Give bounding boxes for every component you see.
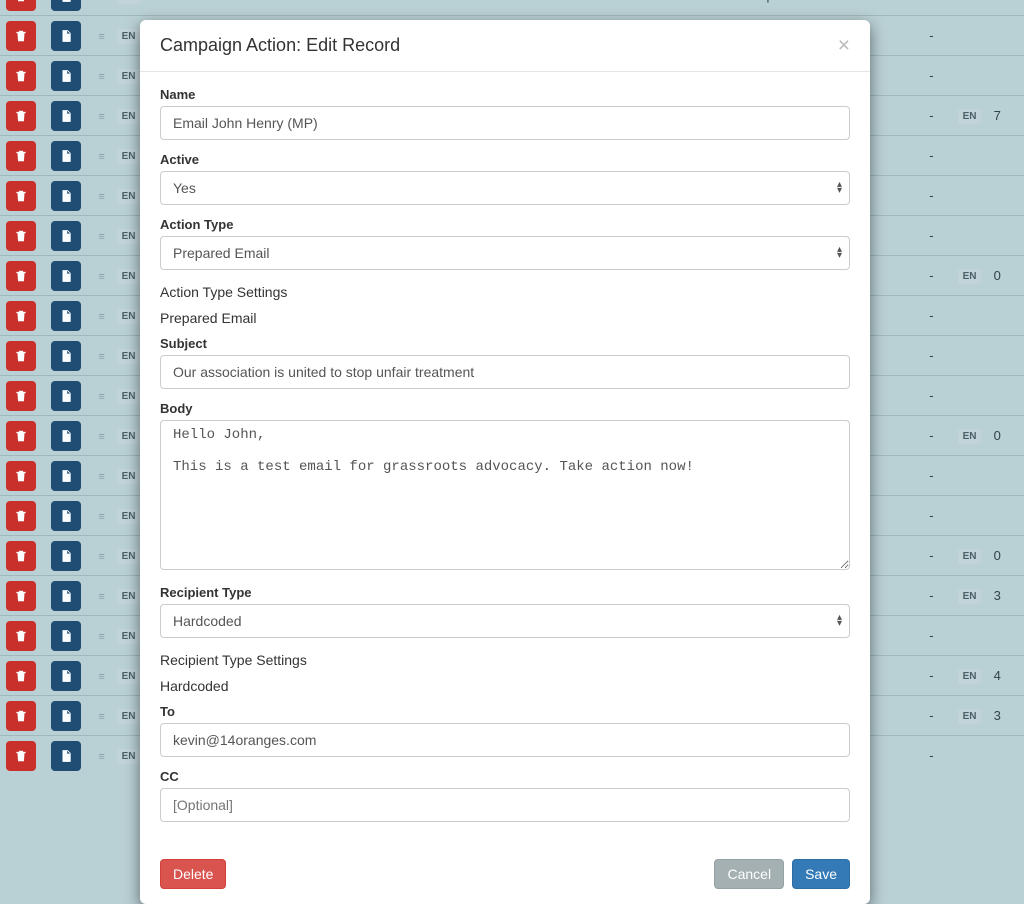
action-type-label: Action Type — [160, 217, 850, 232]
modal-body: Name Active ▴▾ Action Type ▴▾ Action Typ… — [140, 72, 870, 844]
to-label: To — [160, 704, 850, 719]
cc-field[interactable] — [160, 788, 850, 822]
modal-footer: Delete Cancel Save — [140, 844, 870, 904]
modal-header: Campaign Action: Edit Record × — [140, 20, 870, 72]
hardcoded-heading: Hardcoded — [160, 678, 850, 694]
recipient-type-select[interactable] — [160, 604, 850, 638]
delete-button[interactable]: Delete — [160, 859, 226, 889]
body-label: Body — [160, 401, 850, 416]
active-label: Active — [160, 152, 850, 167]
active-select[interactable] — [160, 171, 850, 205]
to-field[interactable] — [160, 723, 850, 757]
prepared-email-heading: Prepared Email — [160, 310, 850, 326]
save-button[interactable]: Save — [792, 859, 850, 889]
close-icon[interactable]: × — [838, 35, 850, 56]
modal-title: Campaign Action: Edit Record — [160, 35, 400, 56]
cc-label: CC — [160, 769, 850, 784]
subject-label: Subject — [160, 336, 850, 351]
body-field[interactable] — [160, 420, 850, 570]
name-field[interactable] — [160, 106, 850, 140]
subject-field[interactable] — [160, 355, 850, 389]
action-type-settings-heading: Action Type Settings — [160, 284, 850, 300]
recipient-type-label: Recipient Type — [160, 585, 850, 600]
name-label: Name — [160, 87, 850, 102]
recipient-type-settings-heading: Recipient Type Settings — [160, 652, 850, 668]
action-type-select[interactable] — [160, 236, 850, 270]
cancel-button[interactable]: Cancel — [714, 859, 784, 889]
modal-backdrop: Campaign Action: Edit Record × Name Acti… — [0, 0, 1024, 787]
edit-record-modal: Campaign Action: Edit Record × Name Acti… — [140, 20, 870, 904]
